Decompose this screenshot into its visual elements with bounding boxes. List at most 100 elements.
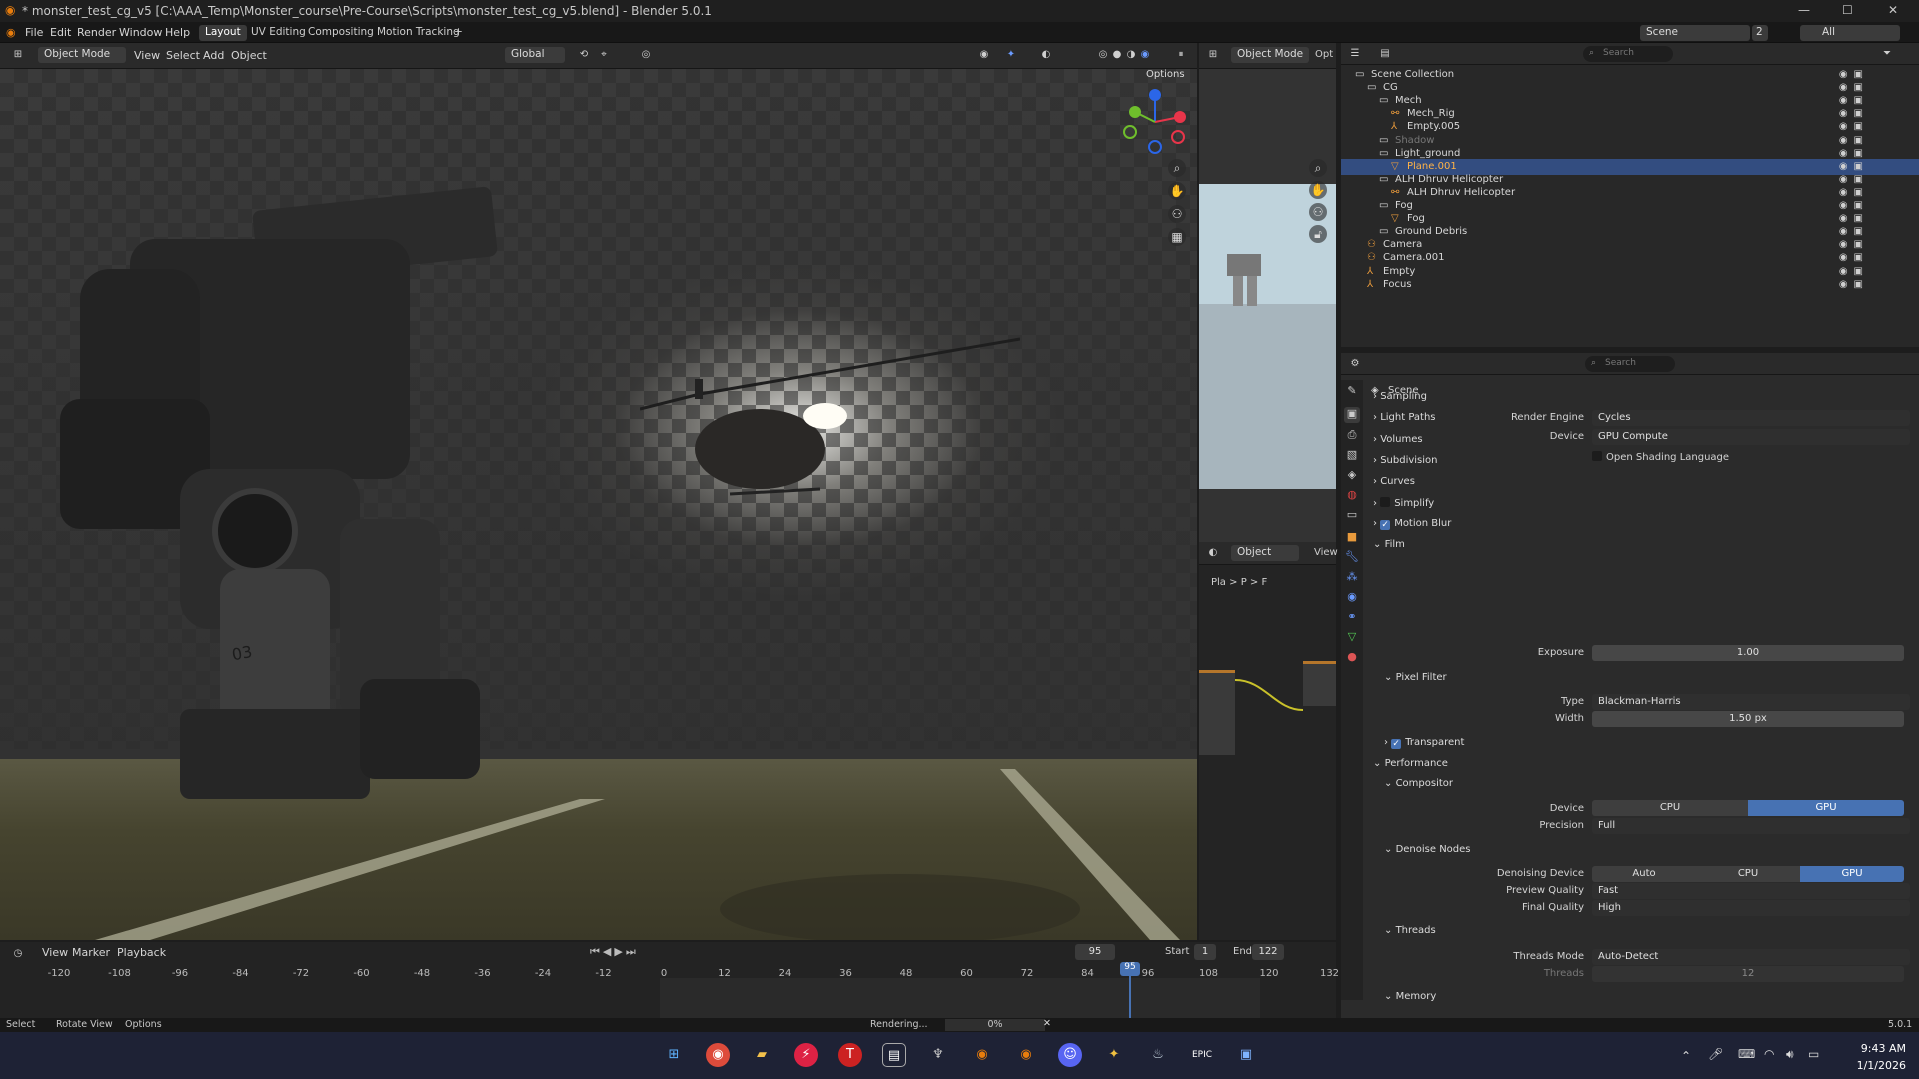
visibility-toggle-icon[interactable]: ◉▣: [1829, 69, 1869, 80]
shading-material-icon[interactable]: ◑: [1125, 49, 1137, 61]
panel-film[interactable]: ⌄ Film: [1373, 539, 1405, 550]
denoise-device-auto[interactable]: Auto: [1592, 866, 1696, 882]
denoise-device-cpu[interactable]: CPU: [1696, 866, 1800, 882]
menu-window[interactable]: Window: [119, 26, 162, 39]
clock-time[interactable]: 9:43 AM: [1854, 1042, 1906, 1055]
minimize-button[interactable]: —: [1798, 3, 1810, 17]
scene-tab-icon[interactable]: ◈: [1344, 468, 1360, 484]
panel-motion-blur[interactable]: › ✓ Motion Blur: [1373, 518, 1451, 530]
preview-quality-dropdown[interactable]: Fast: [1592, 883, 1910, 899]
filter-width-field[interactable]: 1.50 px: [1592, 711, 1904, 727]
camera-mode-selector[interactable]: Object Mode: [1231, 47, 1309, 63]
wifi-icon[interactable]: ◠: [1764, 1047, 1774, 1061]
pan-hand-icon[interactable]: ✋: [1168, 182, 1186, 200]
threads-subpanel[interactable]: ⌄ Threads: [1384, 925, 1436, 936]
tray-chevron-icon[interactable]: ⌃: [1681, 1049, 1691, 1063]
visibility-toggle-icon[interactable]: ◉▣: [1829, 161, 1869, 172]
modifier-tab-icon[interactable]: 🔧︎: [1344, 550, 1360, 566]
clock-date[interactable]: 1/1/2026: [1846, 1059, 1906, 1072]
maximize-button[interactable]: ☐: [1842, 3, 1853, 17]
keyboard-icon[interactable]: ⌨: [1738, 1047, 1755, 1061]
gizmo-toggle-icon[interactable]: ✦: [1005, 49, 1017, 61]
file-explorer-icon[interactable]: ▰: [750, 1043, 774, 1067]
outliner-row[interactable]: ⅄ Focus ◉▣: [1341, 277, 1919, 293]
node-left[interactable]: [1199, 670, 1235, 755]
navigation-gizmo[interactable]: [1120, 87, 1190, 157]
visibility-toggle-icon[interactable]: ◉▣: [1829, 213, 1869, 224]
scene-selector[interactable]: Scene: [1640, 25, 1750, 41]
visibility-toggle-icon[interactable]: ◉▣: [1829, 95, 1869, 106]
viewport-menu-add[interactable]: Add: [203, 49, 224, 62]
properties-editor-icon[interactable]: ⚙: [1349, 358, 1361, 370]
material-tab-icon[interactable]: ●: [1344, 650, 1360, 666]
view-layer-selector[interactable]: All: [1800, 25, 1900, 41]
shader-editor-icon[interactable]: ◐: [1207, 547, 1219, 559]
viewport-menu-select[interactable]: Select: [166, 49, 200, 62]
compositor-subpanel[interactable]: ⌄ Compositor: [1384, 778, 1453, 789]
menu-render[interactable]: Render: [77, 26, 116, 39]
alienware-icon[interactable]: ♆: [926, 1043, 950, 1067]
start-menu-icon[interactable]: ⊞: [662, 1043, 686, 1067]
workspace-tab-compositing[interactable]: Compositing: [302, 25, 380, 41]
camera-viewport[interactable]: ⌕ ✋ ⚇ 🔓︎: [1199, 69, 1336, 542]
visibility-toggle-icon[interactable]: ◉▣: [1829, 108, 1869, 119]
visibility-toggle-icon[interactable]: ◉▣: [1829, 226, 1869, 237]
visibility-toggle-icon[interactable]: ◉▣: [1829, 266, 1869, 277]
panel-light-paths[interactable]: › Light Paths: [1373, 412, 1436, 423]
visibility-toggle-icon[interactable]: ◉▣: [1829, 121, 1869, 132]
zoom-icon[interactable]: ⌕: [1168, 159, 1186, 177]
visibility-toggle-icon[interactable]: ◉▣: [1829, 82, 1869, 93]
device-dropdown[interactable]: GPU Compute: [1592, 429, 1910, 445]
app-icon-3[interactable]: ▣: [1234, 1043, 1258, 1067]
panel-checkbox[interactable]: [1380, 497, 1391, 507]
snap-icon[interactable]: ⌖: [598, 49, 610, 61]
menu-help[interactable]: Help: [165, 26, 190, 39]
editor-type-icon[interactable]: ⊞: [12, 49, 24, 61]
exposure-field[interactable]: 1.00: [1592, 645, 1904, 661]
terminal-icon[interactable]: ▤: [882, 1043, 906, 1067]
timeline-editor-icon[interactable]: ◷: [12, 948, 24, 960]
volume-icon[interactable]: 🔊︎: [1786, 1047, 1794, 1062]
timeline-menu-marker[interactable]: Marker: [72, 946, 110, 959]
viewport-menu-view[interactable]: View: [134, 49, 160, 62]
panel-checkbox[interactable]: ✓: [1380, 520, 1391, 530]
blender-menu-icon[interactable]: ◉: [6, 26, 16, 39]
filter-type-dropdown[interactable]: Blackman-Harris: [1592, 694, 1910, 710]
world-tab-icon[interactable]: ◍: [1344, 488, 1360, 504]
camera-options-button[interactable]: Opt: [1315, 49, 1333, 60]
memory-subpanel[interactable]: ⌄ Memory: [1384, 991, 1436, 1002]
app-icon[interactable]: ⚡︎: [794, 1043, 818, 1067]
node-view-menu[interactable]: View: [1314, 547, 1338, 558]
timeline-menu-playback[interactable]: Playback: [117, 946, 166, 959]
t-app-icon[interactable]: T: [838, 1043, 862, 1067]
pivot-icon[interactable]: ⟲: [578, 49, 590, 61]
visibility-toggle-icon[interactable]: ◉▣: [1829, 174, 1869, 185]
camview-camera-icon[interactable]: ⚇: [1309, 203, 1327, 221]
menu-edit[interactable]: Edit: [50, 26, 71, 39]
shader-node-editor[interactable]: Pla > P > F: [1199, 565, 1336, 940]
steam-icon[interactable]: ♨: [1146, 1043, 1170, 1067]
close-button[interactable]: ✕: [1888, 3, 1898, 17]
precision-dropdown[interactable]: Full: [1592, 818, 1910, 834]
current-frame-field[interactable]: 95: [1075, 944, 1115, 960]
osl-checkbox[interactable]: Open Shading Language: [1592, 451, 1729, 463]
chrome-icon[interactable]: ◉: [706, 1043, 730, 1067]
viewport-menu-object[interactable]: Object: [231, 49, 267, 62]
visibility-toggle-icon[interactable]: ◉▣: [1829, 148, 1869, 159]
properties-search-input[interactable]: ⌕ Search: [1585, 356, 1675, 372]
camview-pan-icon[interactable]: ✋: [1309, 181, 1327, 199]
ortho-grid-icon[interactable]: ▦: [1168, 228, 1186, 246]
transform-orientation[interactable]: Global: [505, 47, 565, 63]
pixel-filter-subpanel[interactable]: ⌄ Pixel Filter: [1384, 672, 1447, 683]
split-area-icon[interactable]: ⏸: [1175, 49, 1187, 61]
denoise-nodes-subpanel[interactable]: ⌄ Denoise Nodes: [1384, 844, 1471, 855]
tool-tab-icon[interactable]: ✎: [1344, 384, 1360, 400]
add-workspace-button[interactable]: +: [448, 25, 469, 41]
editor-type-icon[interactable]: ⊞: [1207, 49, 1219, 61]
battery-icon[interactable]: ▭: [1808, 1047, 1819, 1061]
panel-sampling[interactable]: › Sampling: [1373, 391, 1427, 402]
timeline-menu-view[interactable]: View: [42, 946, 68, 959]
visibility-toggle-icon[interactable]: ◉▣: [1829, 279, 1869, 290]
final-quality-dropdown[interactable]: High: [1592, 900, 1910, 916]
outliner-editor-icon[interactable]: ☰: [1349, 48, 1361, 60]
